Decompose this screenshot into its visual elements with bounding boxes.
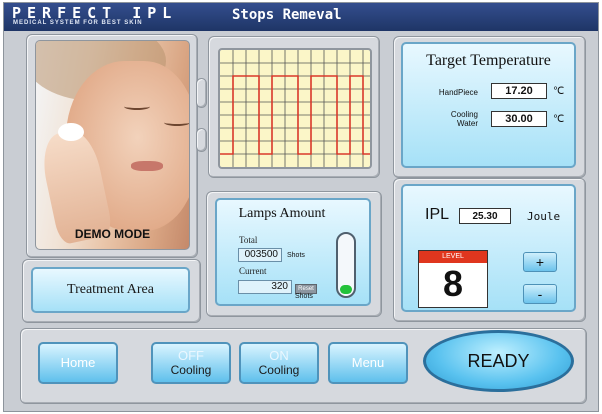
ipl-label: IPL [425,206,450,223]
handpiece-label: HandPiece [438,88,478,97]
total-shots-value: 003500 [238,248,282,262]
brand-tagline: MEDICAL SYSTEM FOR BEST SKIN [13,20,143,26]
handpiece-unit: ℃ [553,86,565,97]
slider-tab [196,78,207,108]
demo-mode-label: DEMO MODE [74,227,151,241]
on-cooling-label: Cooling [258,363,300,377]
menu-button[interactable]: Menu [328,342,408,384]
temperature-panel: Target Temperature HandPiece 17.20 ℃ Coo… [401,42,576,168]
lamps-panel: Lamps Amount Total 003500 Shots Current … [215,198,371,306]
cooling-label: Cooling Water [451,110,478,128]
current-shots-value: 320 [238,280,292,294]
home-button[interactable]: Home [38,342,118,384]
total-label: Total [239,235,258,245]
lamps-title: Lamps Amount [238,206,326,221]
ipl-unit: Joule [527,210,561,223]
pulse-graph [218,48,372,169]
off-label: OFF [178,348,204,363]
level-display: LEVEL 8 [418,250,488,308]
demo-photo: DEMO MODE [35,40,190,250]
handpiece-temp-field[interactable]: 17.20 [491,83,547,99]
temperature-title: Target Temperature [426,52,551,69]
level-decrease-button[interactable]: - [523,284,557,304]
lamp-level-gauge [336,232,356,298]
current-unit: Shots [295,293,313,300]
level-header: LEVEL [419,251,487,263]
ipl-energy-field[interactable]: 25.30 [459,208,511,224]
on-cooling-button[interactable]: ON Cooling [239,342,319,384]
cooling-water-temp-field[interactable]: 30.00 [491,111,547,127]
level-increase-button[interactable]: + [523,252,557,272]
off-cooling-label: Cooling [170,363,212,377]
level-value: 8 [442,263,464,304]
slider-tab [196,128,207,152]
off-cooling-button[interactable]: OFF Cooling [151,342,231,384]
ready-button[interactable]: READY [423,330,574,392]
screen-title: Stops Remeval [232,7,342,23]
cooling-label-line1: Cooling [450,110,478,119]
lamp-level-fill [340,285,352,294]
pulse-graph-svg [220,50,370,167]
total-unit: Shots [287,252,305,259]
cooling-label-line2: Water [456,119,478,128]
current-label: Current [239,266,267,276]
ipl-panel: IPL 25.30 Joule LEVEL 8 + - [401,184,576,312]
on-label: ON [269,348,289,363]
cooling-unit: ℃ [553,114,565,125]
treatment-area-button[interactable]: Treatment Area [31,267,190,313]
header-bar: PERFECT IPL MEDICAL SYSTEM FOR BEST SKIN… [4,3,598,31]
